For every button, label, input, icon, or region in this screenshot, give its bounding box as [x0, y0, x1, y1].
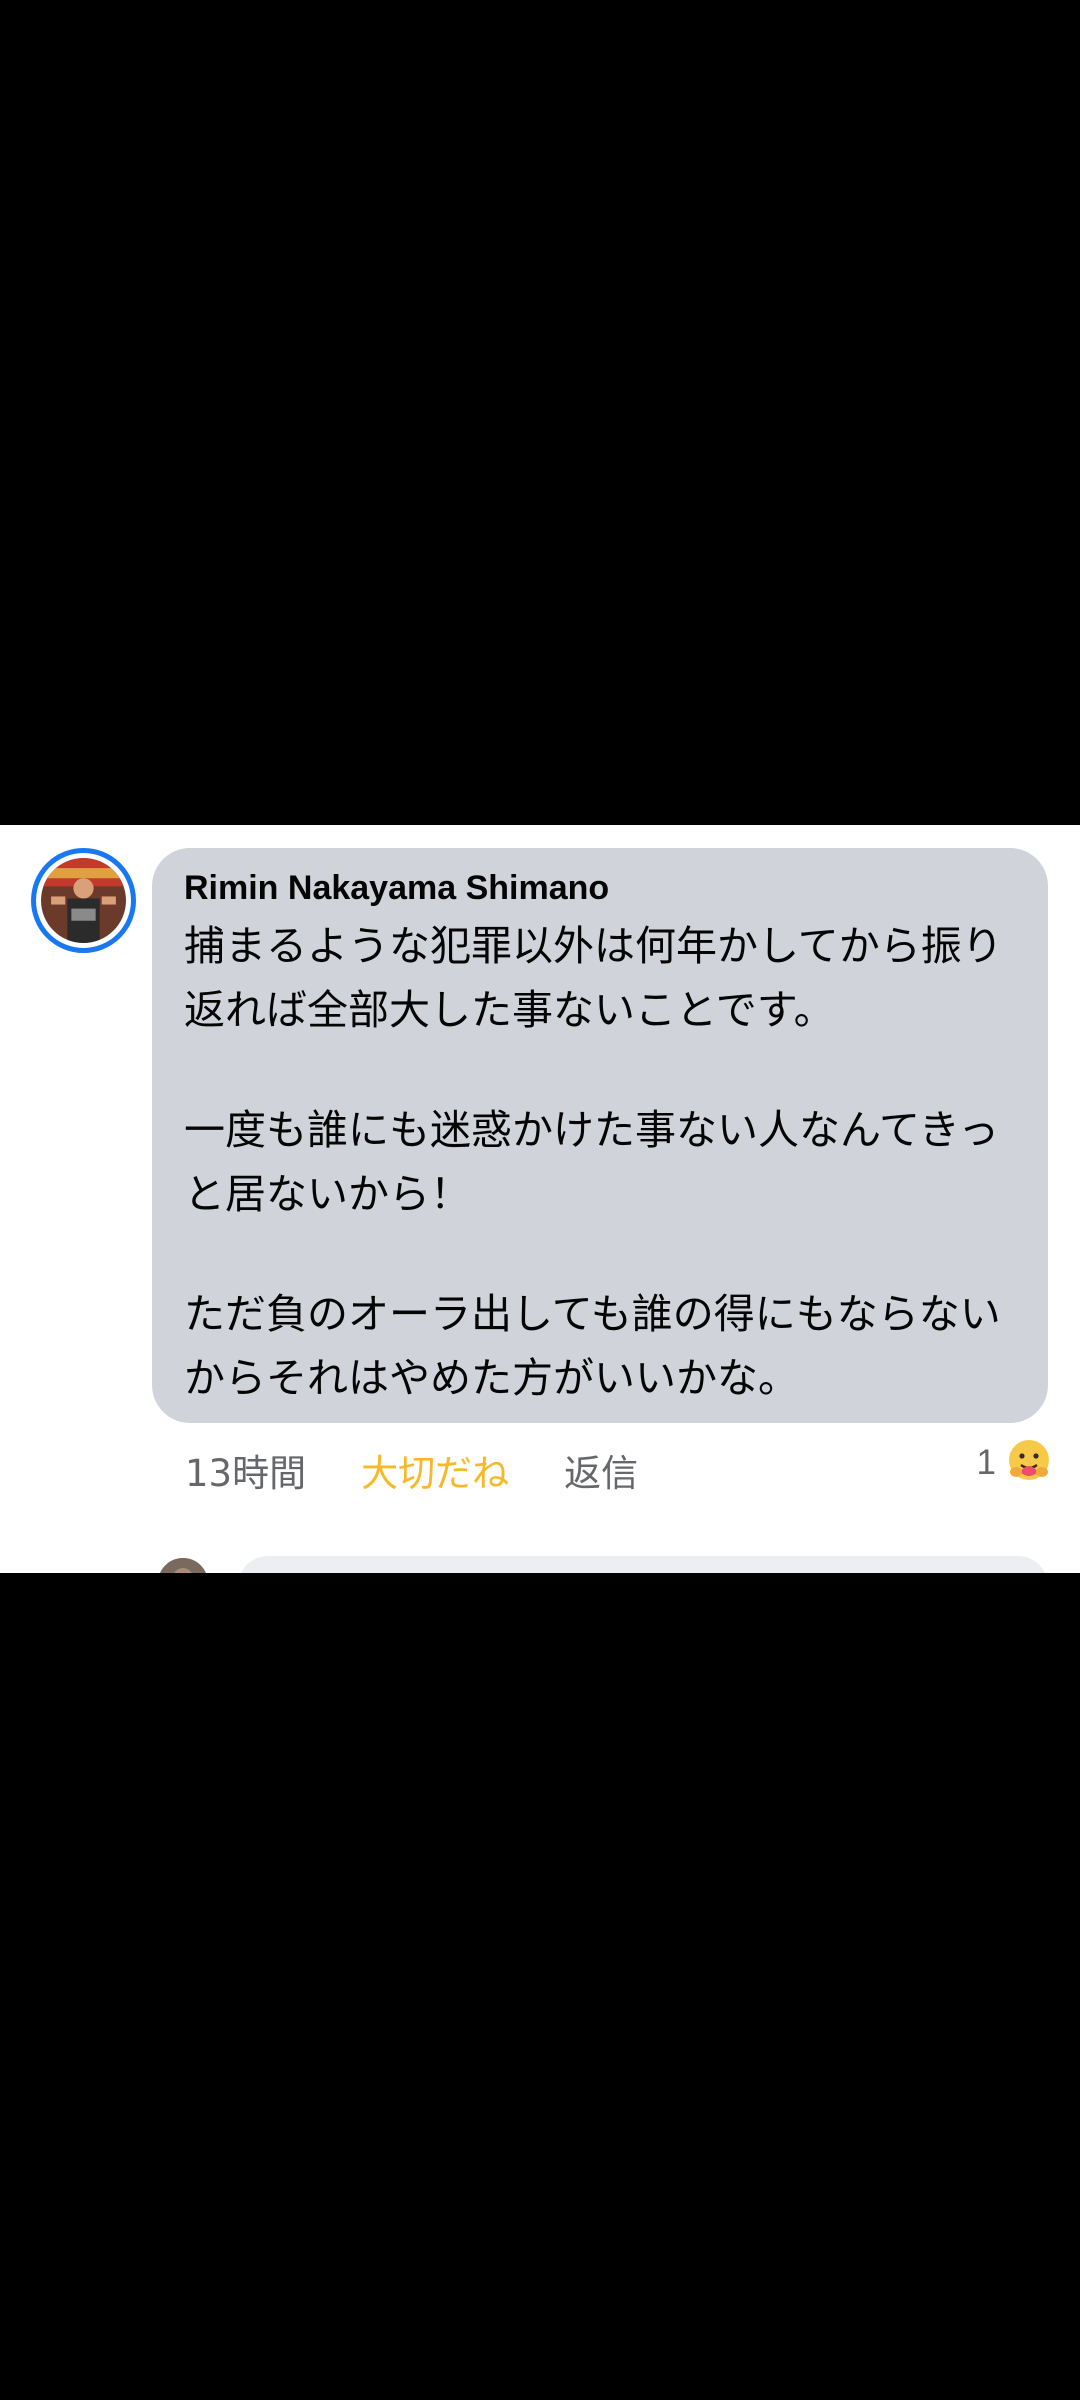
avatar-photo	[41, 858, 126, 943]
reply-button[interactable]: 返信	[564, 1443, 638, 1497]
comment-bubble[interactable]: Rimin Nakayama Shimano 捕まるような犯罪以外は何年かしてか…	[152, 848, 1048, 1423]
reaction-summary[interactable]: 1	[977, 1433, 1052, 1493]
comment-card: Rimin Nakayama Shimano 捕まるような犯罪以外は何年かしてか…	[0, 825, 1080, 1573]
reaction-count: 1	[976, 1443, 996, 1482]
comment-author[interactable]: Rimin Nakayama Shimano	[184, 866, 1016, 910]
comment-paragraph: 捕まるような犯罪以外は何年かしてから振り返れば全部大した事ないことです。	[184, 922, 1003, 1034]
reaction-button[interactable]: 大切だね	[361, 1443, 509, 1497]
comment-paragraph: 一度も誰にも迷惑かけた事ない人なんてきっと居ないから！	[184, 1106, 1000, 1218]
next-comment-bubble[interactable]	[238, 1556, 1048, 1573]
next-comment-avatar[interactable]	[158, 1558, 208, 1573]
avatar[interactable]	[31, 848, 136, 953]
care-hug-emoji-icon	[1006, 1438, 1052, 1488]
comment-timestamp[interactable]: 13時間	[185, 1443, 306, 1497]
comment-actions: 13時間 大切だね 返信	[185, 1440, 638, 1500]
comment-paragraph: ただ負のオーラ出しても誰の得にもならないからそれはやめた方がいいかな。	[184, 1290, 1001, 1402]
